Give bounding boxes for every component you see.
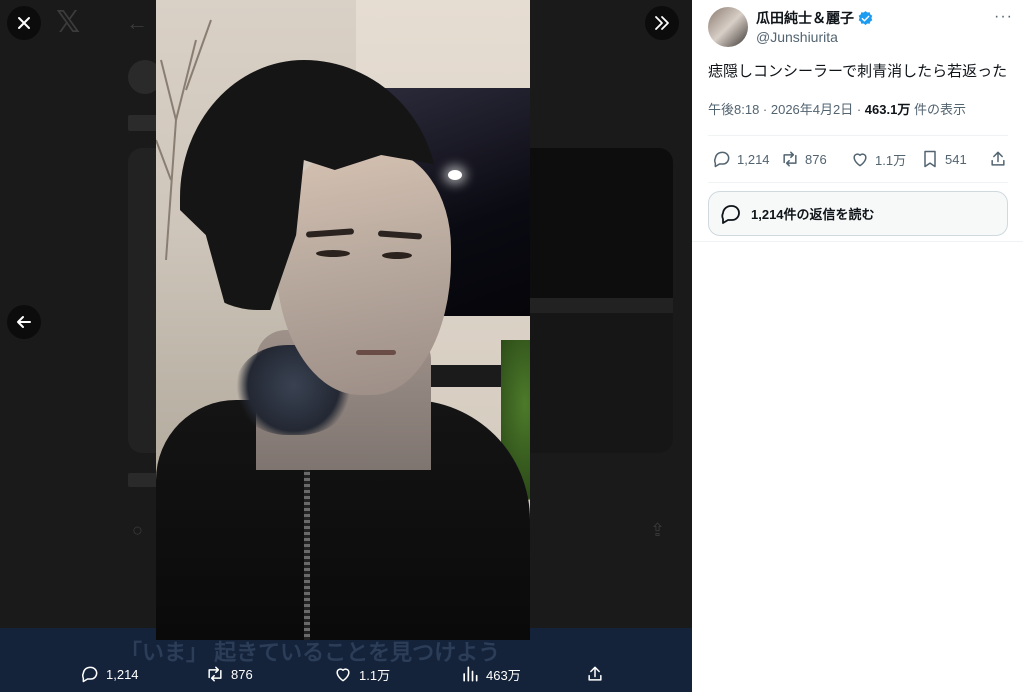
reply-icon bbox=[82, 666, 98, 683]
read-replies-label: 1,214件の返信を読む bbox=[751, 207, 875, 222]
repost-icon bbox=[208, 666, 222, 682]
media-reply-count: 1,214 bbox=[106, 666, 139, 682]
background-share-icon: ⇪ bbox=[650, 520, 666, 540]
avatar[interactable] bbox=[708, 7, 748, 47]
background-tweet-text bbox=[128, 115, 158, 131]
x-logo-icon: 𝕏 bbox=[56, 6, 81, 39]
verified-icon bbox=[858, 10, 873, 25]
reply-button[interactable]: 1,214 bbox=[712, 149, 770, 169]
reply-icon bbox=[721, 204, 740, 224]
media-views-count: 463万 bbox=[486, 667, 521, 683]
expand-icon bbox=[655, 16, 669, 30]
share-button[interactable] bbox=[988, 149, 1013, 169]
media-photo[interactable] bbox=[156, 0, 530, 640]
author-name: 瓜田純士＆麗子 bbox=[756, 10, 854, 26]
bookmark-count: 541 bbox=[945, 151, 967, 167]
like-icon bbox=[853, 153, 867, 167]
media-reply-button[interactable]: 1,214 bbox=[80, 662, 139, 686]
expand-button[interactable] bbox=[645, 6, 679, 40]
close-button[interactable] bbox=[7, 6, 41, 40]
like-count: 1.1万 bbox=[875, 152, 907, 168]
like-icon bbox=[336, 668, 350, 682]
views-icon bbox=[463, 666, 478, 682]
divider bbox=[708, 135, 1008, 136]
tweet-view-count: 463.1万 bbox=[864, 102, 911, 117]
repost-icon bbox=[783, 151, 797, 167]
background-reply-icon: ○ bbox=[132, 520, 143, 540]
tweet-text: 痣隠しコンシーラーで刺青消したら若返った bbox=[708, 63, 1008, 80]
more-icon[interactable]: ··· bbox=[994, 8, 1013, 26]
author-name-row[interactable]: 瓜田純士＆麗子 bbox=[756, 8, 874, 28]
share-icon bbox=[588, 666, 602, 681]
media-action-bar: 1,214 876 1.1万 463万 bbox=[0, 654, 692, 692]
media-views-button[interactable]: 463万 bbox=[460, 662, 521, 686]
reply-icon bbox=[714, 151, 730, 168]
repost-button[interactable]: 876 bbox=[780, 149, 827, 169]
face bbox=[276, 150, 451, 395]
media-repost-button[interactable]: 876 bbox=[205, 662, 253, 686]
author-handle[interactable]: @Junshiurita bbox=[756, 29, 838, 45]
divider bbox=[692, 241, 1023, 242]
tweet-views-label: 件の表示 bbox=[910, 102, 966, 117]
read-replies-button[interactable]: 1,214件の返信を読む bbox=[708, 191, 1008, 236]
bookmark-button[interactable]: 541 bbox=[920, 149, 967, 169]
media-share-button[interactable] bbox=[585, 662, 611, 686]
close-icon bbox=[18, 17, 30, 29]
like-button[interactable]: 1.1万 bbox=[850, 149, 906, 169]
divider bbox=[708, 182, 1008, 183]
bookmark-icon bbox=[924, 150, 936, 168]
background-back-icon: ← bbox=[126, 10, 148, 35]
media-viewer: ← ○ ⇪ 「いま」 起きていることを見つけよう 𝕏 1,214 876 1.1… bbox=[0, 0, 692, 692]
media-like-count: 1.1万 bbox=[359, 667, 391, 683]
media-like-button[interactable]: 1.1万 bbox=[333, 662, 390, 686]
tweet-detail-panel: 瓜田純士＆麗子 @Junshiurita ··· 痣隠しコンシーラーで刺青消した… bbox=[692, 0, 1023, 692]
tweet-action-bar: 1,214 876 1.1万 541 bbox=[708, 145, 1008, 175]
media-repost-count: 876 bbox=[231, 666, 253, 682]
share-icon bbox=[991, 151, 1005, 166]
reply-count: 1,214 bbox=[737, 151, 770, 167]
arrow-left-icon bbox=[17, 316, 31, 328]
tweet-timestamp[interactable]: 午後8:18 · 2026年4月2日 · bbox=[708, 102, 865, 117]
previous-button[interactable] bbox=[7, 305, 41, 339]
background-meta bbox=[128, 473, 158, 487]
tweet-meta: 午後8:18 · 2026年4月2日 · 463.1万 件の表示 bbox=[708, 99, 966, 118]
repost-count: 876 bbox=[805, 151, 827, 167]
